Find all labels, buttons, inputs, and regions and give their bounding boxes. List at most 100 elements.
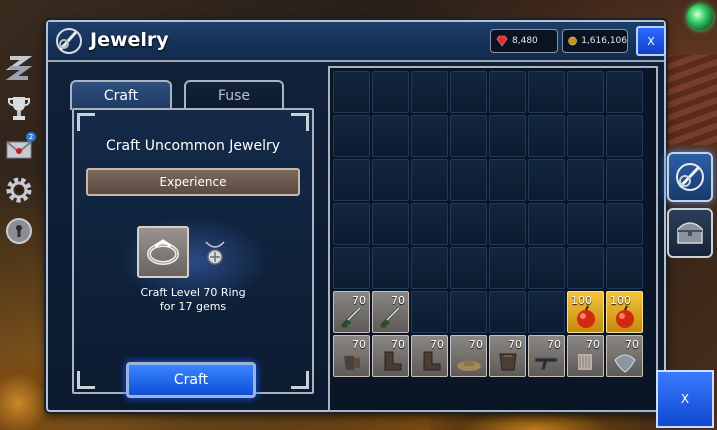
boots-icon <box>384 351 402 371</box>
inventory-item-slot[interactable]: 70 <box>528 335 565 377</box>
inventory-empty-slot[interactable] <box>450 291 487 333</box>
item-level-label: 100 <box>610 294 631 307</box>
inventory-empty-slot[interactable] <box>372 71 409 113</box>
item-level-label: 100 <box>571 294 592 307</box>
inventory-empty-slot[interactable] <box>606 71 643 113</box>
item-level-label: 70 <box>469 338 483 351</box>
item-level-label: 70 <box>508 338 522 351</box>
inventory-empty-slot[interactable] <box>450 71 487 113</box>
inventory-empty-slot[interactable] <box>528 247 565 289</box>
amulet-icon[interactable] <box>200 238 230 268</box>
inventory-empty-slot[interactable] <box>333 203 370 245</box>
craft-button[interactable]: Craft <box>126 362 256 398</box>
inventory-empty-slot[interactable] <box>450 115 487 157</box>
inventory-empty-slot[interactable] <box>333 115 370 157</box>
sleep-icon <box>5 56 33 80</box>
inventory-item-slot[interactable]: 70 <box>411 335 448 377</box>
window-title: Jewelry <box>90 29 169 51</box>
close-button[interactable]: X <box>636 26 666 56</box>
sleep-menu-item[interactable] <box>2 50 36 84</box>
inventory-empty-slot[interactable] <box>489 159 526 201</box>
jewelry-side-button[interactable] <box>667 152 713 202</box>
experience-bar[interactable]: Experience <box>86 168 300 196</box>
inventory-empty-slot[interactable] <box>411 115 448 157</box>
inventory-empty-slot[interactable] <box>411 247 448 289</box>
left-menu: 2 <box>2 50 40 255</box>
background-roof <box>657 55 717 145</box>
inventory-grid: 70 70 100 100 70 70 70 70 70 70 70 70 <box>333 71 653 377</box>
sword-icon <box>379 306 401 328</box>
inventory-item-slot[interactable]: 70 <box>567 335 604 377</box>
item-level-label: 70 <box>352 338 366 351</box>
chest-side-button[interactable] <box>667 208 713 258</box>
item-level-label: 70 <box>547 338 561 351</box>
trophy-icon <box>8 97 30 120</box>
inventory-empty-slot[interactable] <box>606 247 643 289</box>
tab-fuse[interactable]: Fuse <box>184 80 284 110</box>
inventory-item-slot[interactable]: 70 <box>606 335 643 377</box>
inventory-empty-slot[interactable] <box>411 203 448 245</box>
panel-corner-ornament <box>77 371 95 389</box>
inventory-empty-slot[interactable] <box>489 203 526 245</box>
close-corner-button[interactable]: X <box>656 370 714 428</box>
inventory-empty-slot[interactable] <box>333 159 370 201</box>
inventory-empty-slot[interactable] <box>567 115 604 157</box>
inventory-panel: 70 70 100 100 70 70 70 70 70 70 70 70 <box>328 66 658 412</box>
inventory-item-slot[interactable]: 70 <box>372 335 409 377</box>
inventory-empty-slot[interactable] <box>411 159 448 201</box>
inventory-empty-slot[interactable] <box>372 203 409 245</box>
inventory-empty-slot[interactable] <box>528 71 565 113</box>
lock-menu-item[interactable] <box>2 214 36 248</box>
inventory-empty-slot[interactable] <box>489 115 526 157</box>
craft-description-line: for 17 gems <box>159 300 227 313</box>
gauntlets-icon <box>344 356 360 370</box>
mail-menu-item[interactable]: 2 <box>2 132 36 166</box>
inventory-empty-slot[interactable] <box>333 247 370 289</box>
inventory-item-slot[interactable]: 100 <box>606 291 643 333</box>
inventory-empty-slot[interactable] <box>567 71 604 113</box>
inventory-empty-slot[interactable] <box>567 159 604 201</box>
inventory-empty-slot[interactable] <box>489 71 526 113</box>
inventory-item-slot[interactable]: 70 <box>333 335 370 377</box>
inventory-item-slot[interactable]: 70 <box>333 291 370 333</box>
apple-icon <box>616 305 634 328</box>
gems-counter: 8,480 <box>490 29 558 53</box>
apple-icon <box>577 305 595 328</box>
status-orb-icon[interactable] <box>687 4 713 30</box>
inventory-empty-slot[interactable] <box>606 159 643 201</box>
inventory-item-slot[interactable]: 70 <box>450 335 487 377</box>
gold-counter: 1,616,106 <box>562 29 628 53</box>
keyhole-icon <box>6 218 32 244</box>
settings-menu-item[interactable] <box>2 173 36 207</box>
inventory-empty-slot[interactable] <box>333 71 370 113</box>
inventory-empty-slot[interactable] <box>606 115 643 157</box>
boots-icon <box>423 351 441 371</box>
hat-icon <box>457 359 481 371</box>
inventory-item-slot[interactable]: 100 <box>567 291 604 333</box>
inventory-empty-slot[interactable] <box>372 115 409 157</box>
item-level-label: 70 <box>352 294 366 307</box>
inventory-empty-slot[interactable] <box>372 247 409 289</box>
ring-preview[interactable] <box>137 226 189 278</box>
inventory-empty-slot[interactable] <box>528 203 565 245</box>
inventory-empty-slot[interactable] <box>606 203 643 245</box>
inventory-empty-slot[interactable] <box>528 115 565 157</box>
inventory-empty-slot[interactable] <box>489 291 526 333</box>
inventory-empty-slot[interactable] <box>489 247 526 289</box>
gems-value: 8,480 <box>512 36 538 46</box>
inventory-empty-slot[interactable] <box>450 247 487 289</box>
inventory-empty-slot[interactable] <box>567 203 604 245</box>
inventory-empty-slot[interactable] <box>567 247 604 289</box>
inventory-empty-slot[interactable] <box>411 291 448 333</box>
inventory-empty-slot[interactable] <box>372 159 409 201</box>
achievements-menu-item[interactable] <box>2 91 36 125</box>
tab-craft[interactable]: Craft <box>70 80 172 110</box>
inventory-empty-slot[interactable] <box>450 159 487 201</box>
craft-panel: Craft Uncommon Jewelry Experience Craft … <box>72 108 314 398</box>
inventory-empty-slot[interactable] <box>411 71 448 113</box>
inventory-item-slot[interactable]: 70 <box>372 291 409 333</box>
inventory-empty-slot[interactable] <box>450 203 487 245</box>
inventory-item-slot[interactable]: 70 <box>489 335 526 377</box>
inventory-empty-slot[interactable] <box>528 291 565 333</box>
inventory-empty-slot[interactable] <box>528 159 565 201</box>
